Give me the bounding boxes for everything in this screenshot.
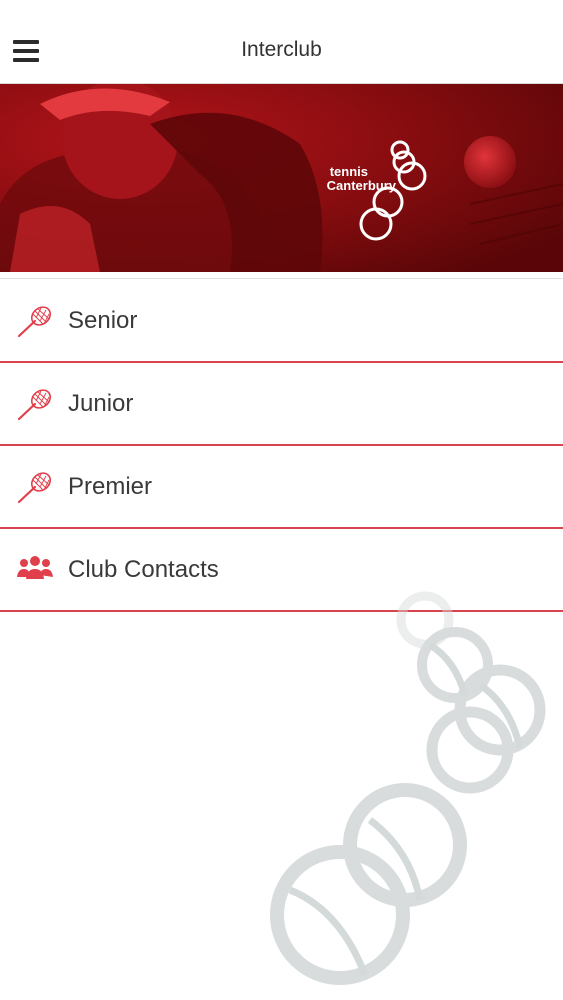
logo-text-canterbury: Canterbury [327,178,397,193]
tennis-balls-watermark [270,591,546,985]
tennis-racket-icon [17,389,52,421]
menu-item-label: Premier [68,473,153,500]
menu-item-junior[interactable]: Junior [0,363,563,446]
logo-text-tennis: tennis [330,164,368,179]
banner-image: tennis Canterbury [0,84,563,272]
banner-divider [0,272,563,279]
menu-item-label: Junior [68,390,134,417]
menu-item-label: Senior [68,307,138,334]
tennis-racket-icon [17,472,52,504]
page-title: Interclub [241,38,322,61]
group-people-icon [17,556,53,579]
menu-item-senior[interactable]: Senior [0,280,563,363]
menu-item-label: Club Contacts [68,556,219,583]
top-bar: Interclub [0,0,563,84]
tennis-racket-icon [17,306,52,338]
banner-photo: tennis Canterbury [0,84,563,272]
menu-item-premier[interactable]: Premier [0,446,563,529]
menu-list: Senior Junior Premier Club Contacts [0,280,563,612]
